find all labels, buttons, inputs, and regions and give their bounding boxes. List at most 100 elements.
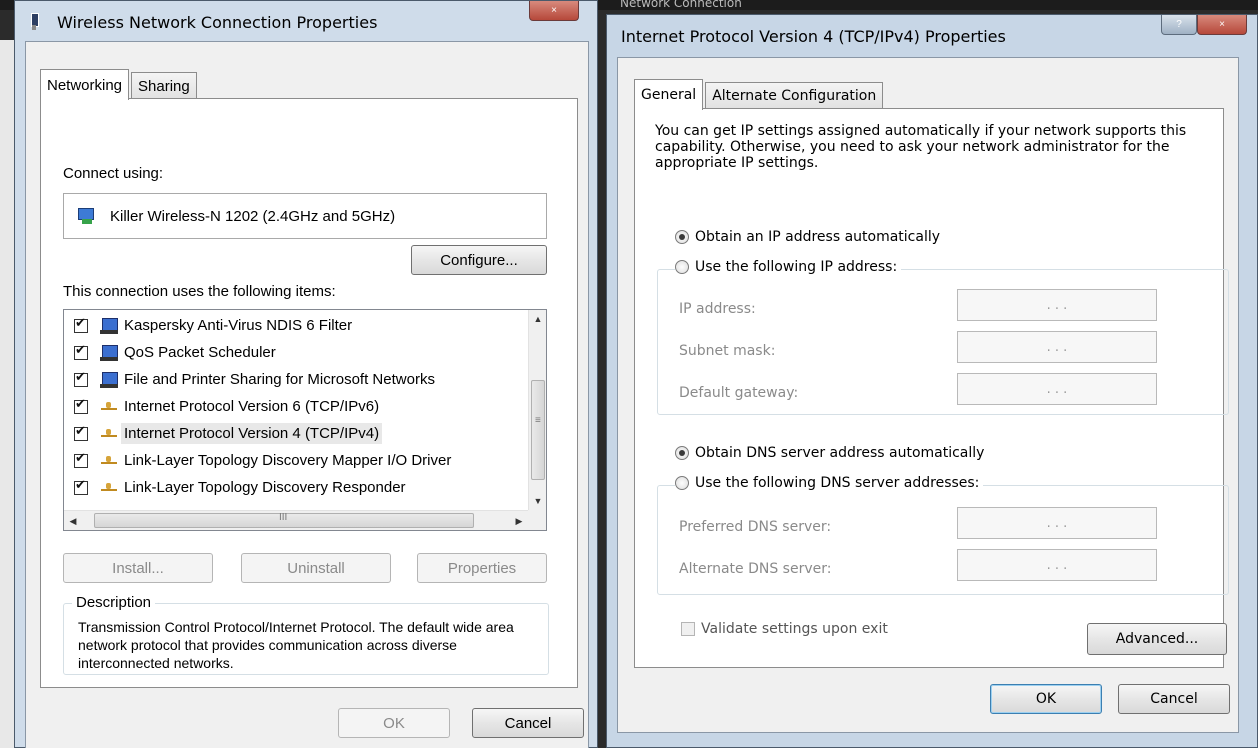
list-item[interactable]: QoS Packet Scheduler bbox=[64, 339, 528, 366]
cancel-button[interactable]: Cancel bbox=[1118, 684, 1230, 714]
horizontal-scrollbar[interactable]: ◀ III ▶ bbox=[64, 510, 528, 530]
tab-bar: Networking Sharing bbox=[40, 68, 199, 100]
list-item[interactable]: File and Printer Sharing for Microsoft N… bbox=[64, 366, 528, 393]
background-edge-left bbox=[0, 40, 14, 748]
ok-button[interactable]: OK bbox=[990, 684, 1102, 714]
default-gateway-field[interactable]: . . . bbox=[957, 373, 1157, 405]
default-gateway-label: Default gateway: bbox=[679, 385, 799, 401]
protocol-icon bbox=[100, 479, 118, 497]
obtain-dns-auto-radio[interactable]: Obtain DNS server address automatically bbox=[675, 445, 989, 461]
item-label: Internet Protocol Version 6 (TCP/IPv6) bbox=[124, 398, 380, 415]
scroll-right-icon[interactable]: ▶ bbox=[510, 511, 528, 531]
network-adapter-icon bbox=[29, 13, 39, 31]
item-checkbox[interactable] bbox=[74, 343, 88, 360]
item-checkbox[interactable] bbox=[74, 424, 88, 441]
item-checkbox[interactable] bbox=[74, 370, 88, 387]
radio-label: Use the following DNS server addresses: bbox=[695, 475, 980, 491]
ok-button[interactable]: OK bbox=[338, 708, 450, 738]
uninstall-button[interactable]: Uninstall bbox=[241, 553, 391, 583]
item-checkbox[interactable] bbox=[74, 397, 88, 414]
use-following-ip-radio[interactable]: Use the following IP address: bbox=[675, 259, 902, 275]
list-item[interactable]: Link-Layer Topology Discovery Mapper I/O… bbox=[64, 447, 528, 474]
tab-sharing[interactable]: Sharing bbox=[131, 72, 197, 99]
configure-button[interactable]: Configure... bbox=[411, 245, 547, 275]
preferred-dns-field[interactable]: . . . bbox=[957, 507, 1157, 539]
tab-alternate-configuration[interactable]: Alternate Configuration bbox=[705, 82, 884, 109]
subnet-mask-field[interactable]: . . . bbox=[957, 331, 1157, 363]
item-label: File and Printer Sharing for Microsoft N… bbox=[124, 371, 435, 388]
checkbox-label: Validate settings upon exit bbox=[701, 621, 888, 637]
cancel-button[interactable]: Cancel bbox=[472, 708, 584, 738]
subnet-mask-label: Subnet mask: bbox=[679, 343, 776, 359]
adapter-display: Killer Wireless-N 1202 (2.4GHz and 5GHz) bbox=[63, 193, 547, 239]
item-checkbox[interactable] bbox=[74, 316, 88, 333]
grip-icon: III bbox=[279, 512, 288, 523]
connection-items-list[interactable]: Kaspersky Anti-Virus NDIS 6 Filter QoS P… bbox=[63, 309, 547, 531]
description-text: Transmission Control Protocol/Internet P… bbox=[78, 619, 514, 671]
general-tab-page: You can get IP settings assigned automat… bbox=[634, 108, 1229, 668]
grip-icon: ≡ bbox=[535, 415, 541, 426]
scroll-down-icon[interactable]: ▼ bbox=[529, 492, 547, 510]
list-item-selected[interactable]: Internet Protocol Version 4 (TCP/IPv4) bbox=[64, 420, 528, 447]
scroll-up-icon[interactable]: ▲ bbox=[529, 310, 547, 328]
dialog-body: Networking Sharing Connect using: Killer… bbox=[25, 41, 589, 748]
item-label: Internet Protocol Version 4 (TCP/IPv4) bbox=[121, 423, 383, 444]
adapter-name: Killer Wireless-N 1202 (2.4GHz and 5GHz) bbox=[110, 207, 396, 225]
scroll-corner bbox=[528, 510, 546, 530]
alternate-dns-label: Alternate DNS server: bbox=[679, 561, 832, 577]
background-text: Network Connection bbox=[620, 0, 742, 10]
title-bar[interactable]: Internet Protocol Version 4 (TCP/IPv4) P… bbox=[607, 15, 1257, 57]
list-item[interactable]: Internet Protocol Version 6 (TCP/IPv6) bbox=[64, 393, 528, 420]
alternate-dns-field[interactable]: . . . bbox=[957, 549, 1157, 581]
item-label: Kaspersky Anti-Virus NDIS 6 Filter bbox=[124, 317, 353, 334]
tab-bar: General Alternate Configuration bbox=[634, 78, 885, 110]
network-adapter-icon bbox=[76, 206, 96, 226]
protocol-icon bbox=[100, 452, 118, 470]
ip-address-field[interactable]: . . . bbox=[957, 289, 1157, 321]
close-button[interactable]: × bbox=[529, 1, 579, 21]
radio-label: Use the following IP address: bbox=[695, 259, 898, 275]
help-button[interactable]: ? bbox=[1161, 15, 1197, 35]
radio-icon bbox=[675, 476, 689, 490]
window-title: Internet Protocol Version 4 (TCP/IPv4) P… bbox=[621, 26, 1006, 46]
computer-icon bbox=[100, 344, 120, 362]
item-label: QoS Packet Scheduler bbox=[124, 344, 276, 361]
dialog-body: General Alternate Configuration You can … bbox=[617, 57, 1239, 733]
preferred-dns-label: Preferred DNS server: bbox=[679, 519, 832, 535]
radio-label: Obtain an IP address automatically bbox=[695, 229, 941, 245]
item-checkbox[interactable] bbox=[74, 478, 88, 495]
radio-label: Obtain DNS server address automatically bbox=[695, 445, 985, 461]
list-item[interactable]: Kaspersky Anti-Virus NDIS 6 Filter bbox=[64, 312, 528, 339]
use-following-dns-radio[interactable]: Use the following DNS server addresses: bbox=[675, 475, 984, 491]
ip-address-label: IP address: bbox=[679, 301, 756, 317]
protocol-icon bbox=[100, 425, 118, 443]
radio-icon bbox=[675, 260, 689, 274]
title-bar[interactable]: Wireless Network Connection Properties bbox=[15, 1, 597, 43]
scroll-left-icon[interactable]: ◀ bbox=[64, 511, 82, 531]
item-label: Link-Layer Topology Discovery Mapper I/O… bbox=[124, 452, 452, 469]
tab-networking[interactable]: Networking bbox=[40, 69, 130, 100]
description-group: Description Transmission Control Protoco… bbox=[63, 594, 549, 675]
item-checkbox[interactable] bbox=[74, 451, 88, 468]
computer-icon bbox=[100, 317, 120, 335]
radio-selected-icon bbox=[675, 230, 689, 244]
checkbox-icon bbox=[681, 622, 695, 636]
close-button[interactable]: × bbox=[1197, 15, 1247, 35]
install-button[interactable]: Install... bbox=[63, 553, 213, 583]
intro-text: You can get IP settings assigned automat… bbox=[655, 123, 1187, 171]
items-label: This connection uses the following items… bbox=[63, 283, 336, 300]
protocol-icon bbox=[100, 398, 118, 416]
vertical-scrollbar[interactable]: ▲ ≡ ▼ bbox=[528, 310, 546, 510]
scroll-thumb[interactable]: ≡ bbox=[531, 380, 545, 480]
validate-settings-checkbox[interactable]: Validate settings upon exit bbox=[681, 621, 892, 637]
tab-general[interactable]: General bbox=[634, 79, 704, 110]
ipv4-properties-window: Internet Protocol Version 4 (TCP/IPv4) P… bbox=[606, 14, 1258, 748]
connect-using-label: Connect using: bbox=[63, 165, 164, 182]
radio-selected-icon bbox=[675, 446, 689, 460]
advanced-button[interactable]: Advanced... bbox=[1087, 623, 1227, 655]
obtain-ip-auto-radio[interactable]: Obtain an IP address automatically bbox=[675, 229, 945, 245]
list-item[interactable]: Link-Layer Topology Discovery Responder bbox=[64, 474, 528, 501]
computer-icon bbox=[100, 371, 120, 389]
properties-button[interactable]: Properties bbox=[417, 553, 547, 583]
scroll-thumb[interactable]: III bbox=[94, 512, 474, 528]
